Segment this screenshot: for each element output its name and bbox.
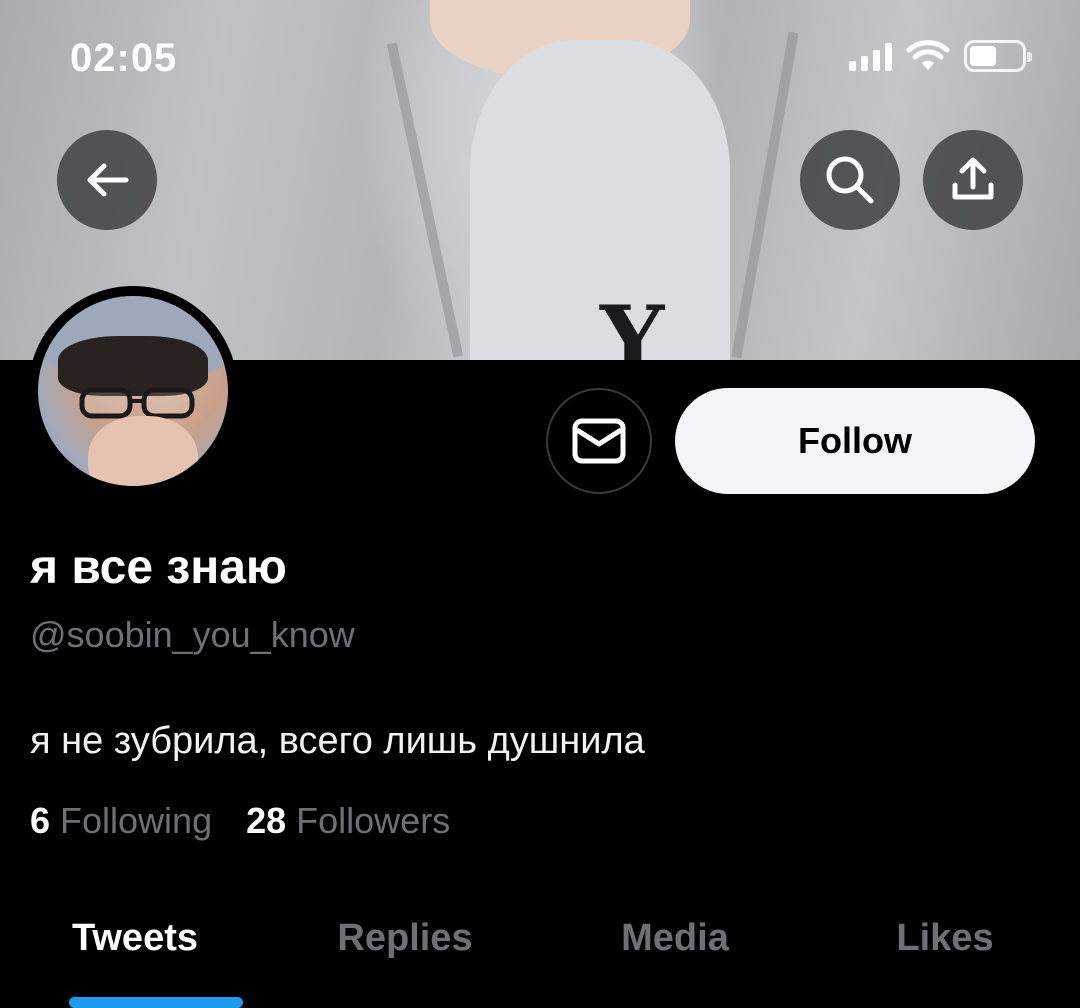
tab-likes[interactable]: Likes — [810, 905, 1080, 1008]
following-label: Following — [60, 800, 213, 841]
tab-media[interactable]: Media — [540, 905, 810, 1008]
followers-count: 28 — [246, 800, 287, 841]
status-time: 02:05 — [70, 36, 178, 80]
tab-tweets[interactable]: Tweets — [0, 905, 270, 1008]
share-icon — [952, 157, 994, 200]
wifi-icon — [906, 40, 950, 70]
avatar-image — [38, 296, 228, 486]
back-button[interactable] — [57, 130, 157, 230]
bio-text: я не зубрила, всего лишь душнила — [30, 720, 645, 762]
search-button[interactable] — [800, 130, 900, 230]
status-icons — [849, 40, 1032, 72]
follow-stats: 6 Following 28 Followers — [30, 800, 450, 842]
arrow-left-icon — [87, 163, 129, 197]
message-button[interactable] — [546, 388, 652, 494]
profile-page: Y 02:05 Follow я все знаю @soobin_you_kn… — [0, 0, 1080, 1008]
profile-tabs: Tweets Replies Media Likes — [0, 905, 1080, 1008]
active-tab-indicator — [69, 997, 243, 1008]
banner-zip-left — [386, 42, 464, 358]
followers-label: Followers — [296, 800, 451, 841]
battery-icon — [964, 40, 1032, 72]
following-link[interactable]: 6 Following — [30, 800, 212, 842]
banner-zip-right — [731, 31, 799, 359]
follow-button[interactable]: Follow — [675, 388, 1035, 494]
tab-replies[interactable]: Replies — [270, 905, 540, 1008]
envelope-icon — [572, 418, 626, 464]
share-button[interactable] — [923, 130, 1023, 230]
followers-link[interactable]: 28 Followers — [246, 800, 450, 842]
display-name: я все знаю — [30, 541, 287, 594]
following-count: 6 — [30, 800, 51, 841]
cellular-signal-icon — [849, 41, 892, 71]
banner-shirt-text: Y — [600, 286, 664, 360]
search-icon — [826, 156, 874, 204]
avatar[interactable] — [28, 286, 238, 496]
user-handle: @soobin_you_know — [30, 614, 355, 655]
